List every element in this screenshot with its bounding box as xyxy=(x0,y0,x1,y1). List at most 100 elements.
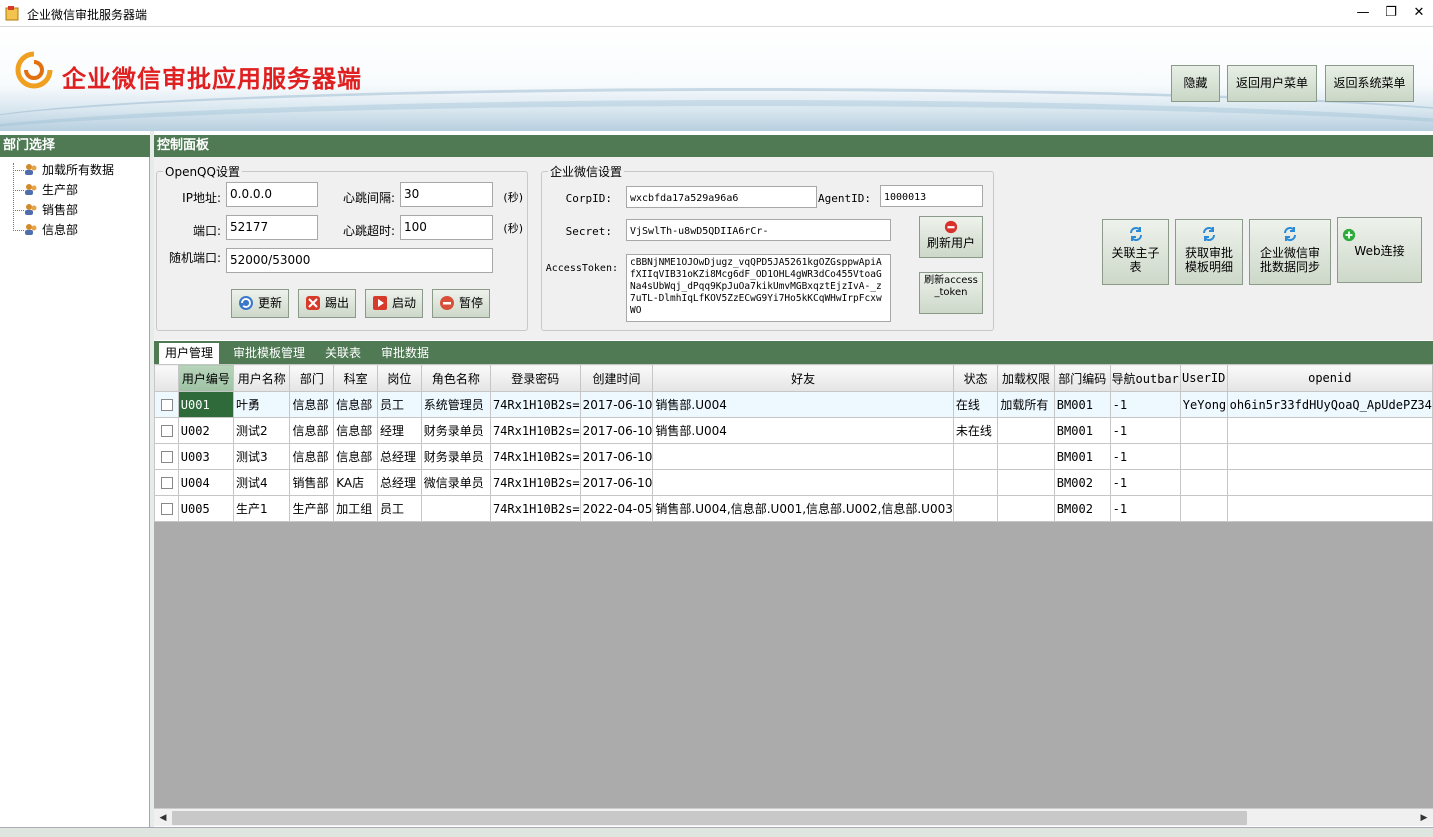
table-cell[interactable]: 2017-06-10 xyxy=(579,417,654,444)
back-system-menu-button[interactable]: 返回系统菜单 xyxy=(1325,65,1414,102)
table-cell[interactable] xyxy=(997,443,1055,470)
minimize-button[interactable]: — xyxy=(1352,3,1374,23)
table-cell[interactable]: 销售部.U004,信息部.U001,信息部.U002,信息部.U003 xyxy=(652,495,954,522)
table-cell[interactable] xyxy=(952,469,999,496)
tree-item-it[interactable]: 信息部 xyxy=(24,221,78,239)
pause-button[interactable]: 暂停 xyxy=(432,289,490,318)
table-cell[interactable]: U005 xyxy=(177,495,234,522)
back-user-menu-button[interactable]: 返回用户菜单 xyxy=(1227,65,1317,102)
table-cell[interactable]: YeYong xyxy=(1179,391,1228,418)
tab-link-table[interactable]: 关联表 xyxy=(319,343,367,364)
port-input[interactable]: 52177 xyxy=(226,215,318,240)
column-header[interactable]: UserID xyxy=(1179,364,1228,392)
table-cell[interactable]: BM001 xyxy=(1053,391,1111,418)
ip-input[interactable]: 0.0.0.0 xyxy=(226,182,318,207)
table-cell[interactable]: 2017-06-10 xyxy=(579,469,654,496)
column-header[interactable]: 用户名称 xyxy=(232,364,291,392)
table-cell[interactable] xyxy=(1226,495,1433,522)
table-cell[interactable]: 销售部.U004 xyxy=(652,391,954,418)
table-cell[interactable]: U001 xyxy=(177,391,234,418)
column-header[interactable]: 科室 xyxy=(333,364,379,392)
link-main-sub-button[interactable]: 关联主子表 xyxy=(1102,219,1169,285)
tree-item-production[interactable]: 生产部 xyxy=(24,181,78,199)
column-header[interactable]: 导航outbar xyxy=(1109,364,1181,392)
access-token-textarea[interactable]: cBBNjNME1OJOwDjugz_vqQPD5JA5261kgOZGsppw… xyxy=(626,254,891,322)
table-cell[interactable]: 2017-06-10 xyxy=(579,443,654,470)
table-cell[interactable]: -1 xyxy=(1109,469,1181,496)
table-cell[interactable]: 2022-04-05 xyxy=(579,495,654,522)
table-cell[interactable]: 加载所有 xyxy=(997,391,1055,418)
random-port-input[interactable]: 52000/53000 xyxy=(226,248,493,273)
table-cell[interactable]: -1 xyxy=(1109,443,1181,470)
table-cell[interactable] xyxy=(1179,417,1228,444)
horizontal-scrollbar[interactable]: ◀ ▶ xyxy=(154,808,1433,826)
table-cell[interactable]: BM001 xyxy=(1053,443,1111,470)
refresh-user-button[interactable]: 刷新用户 xyxy=(919,216,983,258)
table-cell[interactable]: 测试2 xyxy=(232,417,291,444)
column-header[interactable]: 部门编码 xyxy=(1053,364,1111,392)
column-header[interactable]: 登录密码 xyxy=(489,364,581,392)
table-cell[interactable]: oh6in5r33fdHUyQoaQ_ApUdePZ34 xyxy=(1226,391,1433,418)
table-cell[interactable]: 测试4 xyxy=(232,469,291,496)
table-cell[interactable]: -1 xyxy=(1109,417,1181,444)
table-cell[interactable]: 74Rx1H10B2s= xyxy=(489,469,581,496)
secret-input[interactable]: VjSwlTh-u8wD5QDIIA6rCr- xyxy=(626,219,891,241)
table-cell[interactable] xyxy=(1179,469,1228,496)
table-cell[interactable]: 加工组 xyxy=(333,495,379,522)
table-cell[interactable]: 信息部 xyxy=(333,443,379,470)
column-header[interactable]: 角色名称 xyxy=(420,364,491,392)
table-cell[interactable]: -1 xyxy=(1109,391,1181,418)
table-cell[interactable] xyxy=(420,495,491,522)
table-cell[interactable] xyxy=(997,417,1055,444)
maximize-button[interactable]: ❐ xyxy=(1380,3,1402,23)
table-cell[interactable]: 信息部 xyxy=(289,417,335,444)
table-cell[interactable]: 员工 xyxy=(377,495,422,522)
table-cell[interactable] xyxy=(1179,495,1228,522)
checkbox[interactable] xyxy=(161,424,173,437)
checkbox[interactable] xyxy=(161,476,173,489)
column-header[interactable]: 岗位 xyxy=(377,364,422,392)
table-cell[interactable]: 74Rx1H10B2s= xyxy=(489,391,581,418)
tab-user-management[interactable]: 用户管理 xyxy=(159,343,220,364)
table-cell[interactable]: KA店 xyxy=(333,469,379,496)
table-cell[interactable]: 生产1 xyxy=(232,495,291,522)
table-cell[interactable]: 系统管理员 xyxy=(420,391,491,418)
table-cell[interactable] xyxy=(997,469,1055,496)
table-cell[interactable]: 信息部 xyxy=(289,443,335,470)
table-cell[interactable]: BM001 xyxy=(1053,417,1111,444)
column-header[interactable]: 创建时间 xyxy=(579,364,654,392)
table-row[interactable]: U002 测试2 信息部 信息部 经理 财务录单员 74Rx1H10B2s= 2017-06-… xyxy=(154,417,1433,444)
table-cell[interactable] xyxy=(952,443,999,470)
table-cell[interactable]: 微信录单员 xyxy=(420,469,491,496)
corpid-input[interactable]: wxcbfda17a529a96a6 xyxy=(626,186,817,208)
table-cell[interactable]: 总经理 xyxy=(377,443,422,470)
tree-item-all[interactable]: 加载所有数据 xyxy=(24,161,114,179)
table-cell[interactable]: 74Rx1H10B2s= xyxy=(489,443,581,470)
row-checkbox[interactable] xyxy=(154,417,179,444)
table-cell[interactable]: 信息部 xyxy=(333,391,379,418)
tab-approval-data[interactable]: 审批数据 xyxy=(375,343,435,364)
table-row[interactable]: U003 测试3 信息部 信息部 总经理 财务录单员 74Rx1H10B2s= 2017-06… xyxy=(154,443,1433,470)
table-cell[interactable]: BM002 xyxy=(1053,495,1111,522)
table-cell[interactable]: 总经理 xyxy=(377,469,422,496)
table-cell[interactable] xyxy=(997,495,1055,522)
table-cell[interactable]: 员工 xyxy=(377,391,422,418)
row-checkbox[interactable] xyxy=(154,391,179,418)
column-header[interactable]: 状态 xyxy=(952,364,999,392)
table-cell[interactable]: U003 xyxy=(177,443,234,470)
table-cell[interactable]: BM002 xyxy=(1053,469,1111,496)
table-cell[interactable]: 财务录单员 xyxy=(420,443,491,470)
update-button[interactable]: 更新 xyxy=(231,289,289,318)
get-template-button[interactable]: 获取审批模板明细 xyxy=(1175,219,1243,285)
checkbox[interactable] xyxy=(161,398,173,411)
refresh-token-button[interactable]: 刷新access_token xyxy=(919,272,983,314)
table-cell[interactable] xyxy=(652,443,954,470)
start-button[interactable]: 启动 xyxy=(365,289,423,318)
table-row[interactable]: U001 叶勇 信息部 信息部 员工 系统管理员 74Rx1H10B2s= 2017-06-1… xyxy=(154,391,1433,418)
table-cell[interactable]: 销售部 xyxy=(289,469,335,496)
table-cell[interactable]: 在线 xyxy=(952,391,999,418)
table-cell[interactable]: 经理 xyxy=(377,417,422,444)
table-cell[interactable] xyxy=(652,469,954,496)
table-cell[interactable] xyxy=(952,495,999,522)
checkbox[interactable] xyxy=(161,502,173,515)
